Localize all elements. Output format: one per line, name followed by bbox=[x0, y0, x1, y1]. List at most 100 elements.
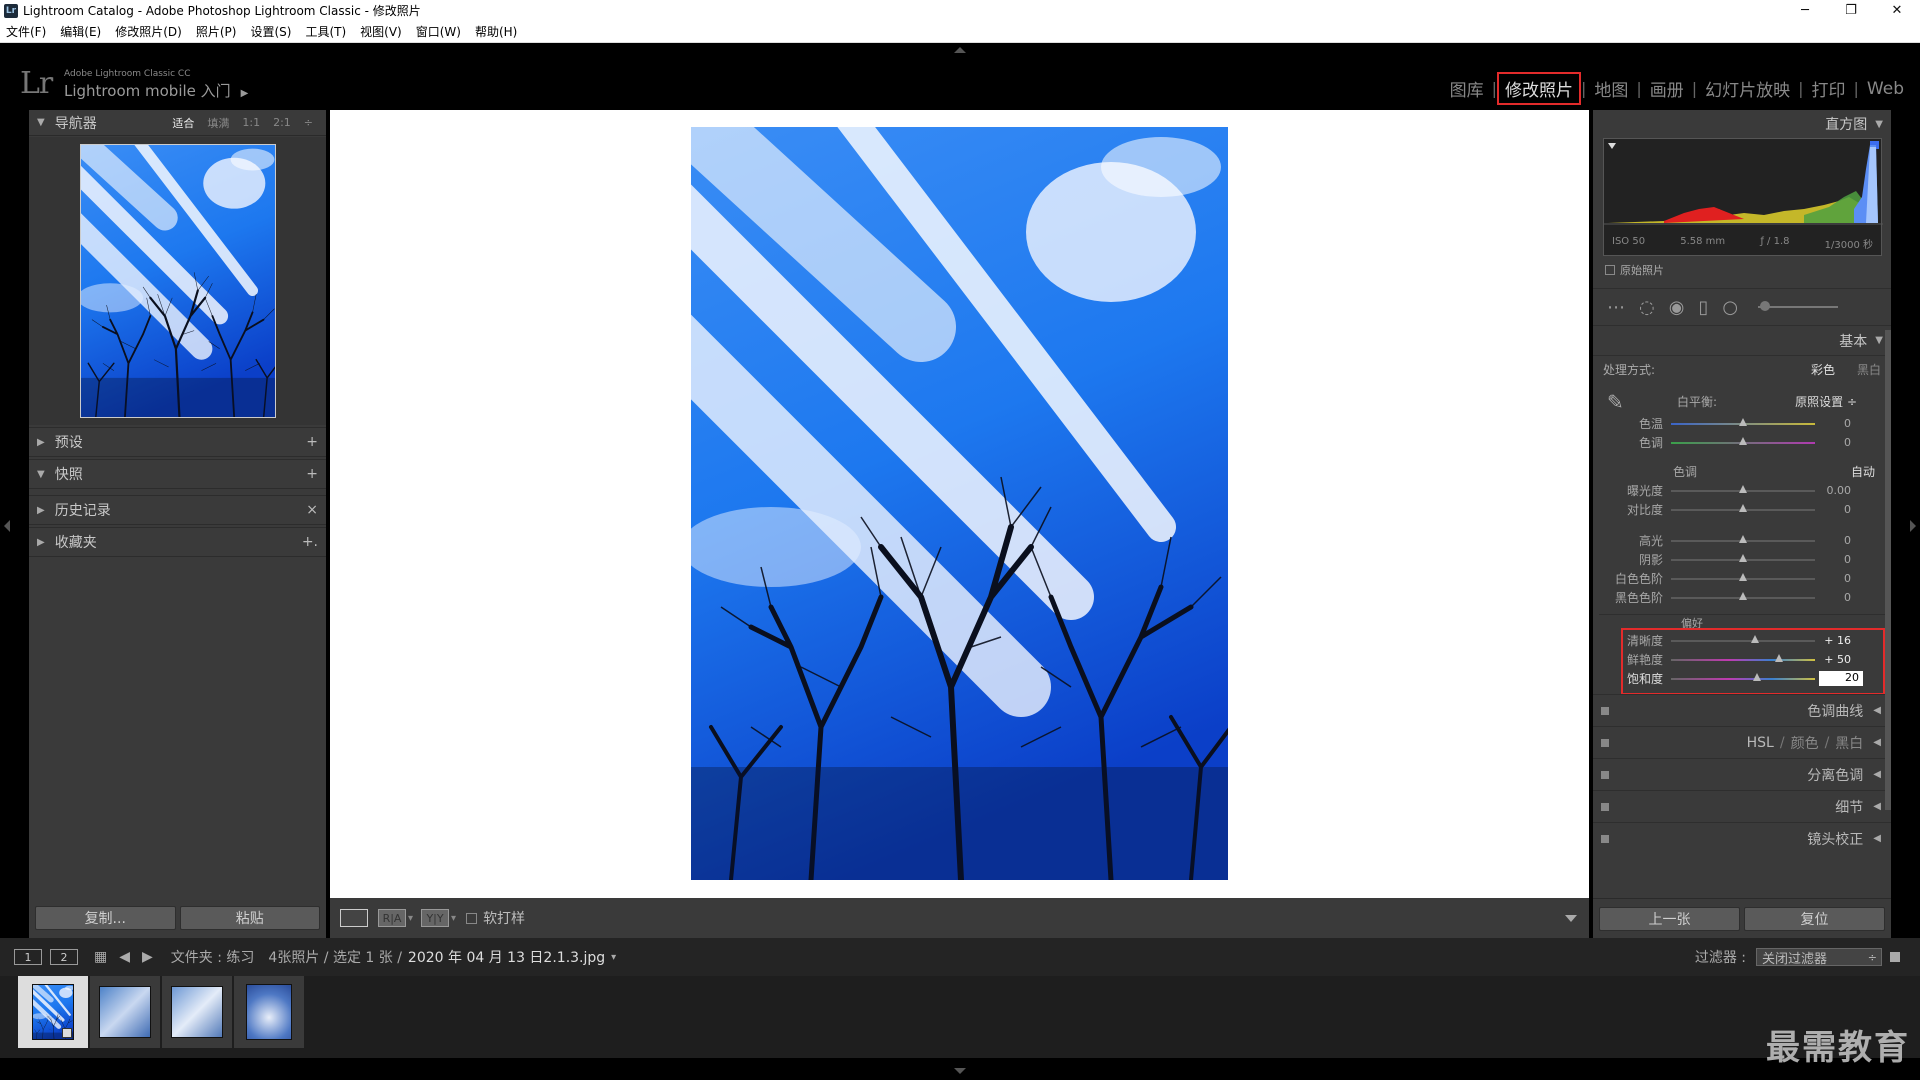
slider-thumb[interactable] bbox=[1739, 591, 1747, 600]
module-map[interactable]: 地图 bbox=[1586, 76, 1636, 101]
filmstrip-thumb[interactable] bbox=[90, 976, 160, 1048]
clarity-slider[interactable] bbox=[1671, 634, 1815, 643]
menu-photo[interactable]: 照片(P) bbox=[196, 23, 237, 40]
radial-filter-icon[interactable]: ○ bbox=[1722, 297, 1738, 318]
clear-history-icon[interactable]: × bbox=[306, 502, 318, 518]
paste-settings-button[interactable]: 粘贴 bbox=[179, 906, 320, 930]
temp-slider[interactable] bbox=[1671, 417, 1815, 426]
panel-switch-icon[interactable] bbox=[1601, 770, 1609, 779]
zoom-1-1[interactable]: 1:1 bbox=[242, 116, 260, 129]
shadows-slider[interactable] bbox=[1671, 553, 1815, 562]
before-after-dropdown-icon[interactable]: ▾ bbox=[408, 913, 413, 924]
add-collection-icon[interactable]: +. bbox=[302, 534, 318, 550]
module-web[interactable]: Web bbox=[1859, 79, 1912, 99]
slider-thumb[interactable] bbox=[1739, 553, 1747, 562]
histogram-header[interactable]: 直方图 ▼ bbox=[1593, 110, 1891, 138]
auto-tone-button[interactable]: 自动 bbox=[1851, 463, 1875, 480]
before-after-lr-button[interactable]: R|A bbox=[378, 909, 406, 927]
wb-eyedropper-icon[interactable]: ✎ bbox=[1607, 390, 1624, 414]
tone-curve-header[interactable]: 色调曲线 ◀ bbox=[1593, 694, 1891, 726]
identity-plate-main[interactable]: Lightroom mobile 入门 ▶ bbox=[64, 80, 248, 101]
menu-settings[interactable]: 设置(S) bbox=[250, 23, 291, 40]
detail-header[interactable]: 细节 ◀ bbox=[1593, 790, 1891, 822]
hsl-color-tab[interactable]: 颜色 bbox=[1791, 733, 1819, 753]
exposure-value[interactable]: 0.00 bbox=[1815, 484, 1859, 497]
module-book[interactable]: 画册 bbox=[1642, 76, 1692, 101]
panel-switch-icon[interactable] bbox=[1601, 834, 1609, 843]
crop-overlay-icon[interactable]: ⋯ bbox=[1607, 297, 1625, 318]
collapse-left-panel-icon[interactable] bbox=[4, 520, 10, 532]
restore-button[interactable]: ❐ bbox=[1828, 0, 1874, 21]
add-preset-icon[interactable]: + bbox=[306, 434, 318, 450]
histogram[interactable]: ISO 50 5.58 mm ƒ / 1.8 1/3000 秒 bbox=[1603, 138, 1883, 256]
spot-removal-icon[interactable]: ◌ bbox=[1639, 297, 1655, 318]
menu-edit[interactable]: 编辑(E) bbox=[60, 23, 101, 40]
navigator-header[interactable]: ▼ 导航器 适合 填满 1:1 2:1 ÷ bbox=[29, 110, 326, 136]
tint-slider[interactable] bbox=[1671, 436, 1815, 445]
copy-settings-button[interactable]: 复制... bbox=[35, 906, 176, 930]
add-snapshot-icon[interactable]: + bbox=[306, 466, 318, 482]
slider-thumb[interactable] bbox=[1775, 653, 1783, 662]
main-photo[interactable] bbox=[691, 127, 1228, 880]
saturation-slider[interactable] bbox=[1671, 672, 1815, 681]
hsl-title[interactable]: HSL bbox=[1747, 735, 1774, 751]
before-after-tb-dropdown-icon[interactable]: ▾ bbox=[451, 913, 456, 924]
contrast-slider[interactable] bbox=[1671, 503, 1815, 512]
collapse-right-panel-icon[interactable] bbox=[1910, 520, 1916, 532]
menu-help[interactable]: 帮助(H) bbox=[475, 23, 517, 40]
slider-thumb[interactable] bbox=[1739, 436, 1747, 445]
menu-develop[interactable]: 修改照片(D) bbox=[115, 23, 182, 40]
wb-preset-select[interactable]: 原照设置 ÷ bbox=[1795, 393, 1857, 410]
snapshots-panel-header[interactable]: ▼ 快照 + bbox=[29, 459, 326, 489]
toolbar-options-icon[interactable] bbox=[1565, 914, 1577, 922]
minimize-button[interactable]: ─ bbox=[1782, 0, 1828, 21]
panel-switch-icon[interactable] bbox=[1601, 802, 1609, 811]
graduated-filter-icon[interactable]: ▯ bbox=[1698, 297, 1708, 318]
module-slideshow[interactable]: 幻灯片放映 bbox=[1697, 76, 1798, 101]
menu-tools[interactable]: 工具(T) bbox=[305, 23, 346, 40]
whites-value[interactable]: 0 bbox=[1815, 572, 1859, 585]
exposure-slider[interactable] bbox=[1671, 484, 1815, 493]
slider-thumb[interactable] bbox=[1750, 634, 1759, 643]
vibrance-slider[interactable] bbox=[1671, 653, 1815, 662]
slider-thumb[interactable] bbox=[1739, 503, 1747, 512]
highlights-value[interactable]: 0 bbox=[1815, 534, 1859, 547]
filename-dropdown-icon[interactable]: ▾ bbox=[611, 952, 616, 963]
zoom-more-icon[interactable]: ÷ bbox=[304, 116, 313, 129]
module-develop[interactable]: 修改照片 bbox=[1496, 72, 1581, 105]
lens-corrections-header[interactable]: 镜头校正 ◀ bbox=[1593, 822, 1891, 854]
previous-settings-button[interactable]: 上一张 bbox=[1599, 906, 1740, 931]
saturation-input[interactable]: 20 bbox=[1819, 671, 1863, 686]
right-panel-scrollbar[interactable] bbox=[1885, 330, 1891, 810]
basic-panel-header[interactable]: 基本 ▼ bbox=[1593, 326, 1891, 356]
loupe-view-button[interactable] bbox=[340, 909, 368, 927]
contrast-value[interactable]: 0 bbox=[1815, 503, 1859, 516]
filter-select[interactable]: 关闭过滤器 ÷ bbox=[1756, 948, 1882, 967]
slider-thumb[interactable] bbox=[1739, 484, 1747, 493]
clarity-value[interactable]: + 16 bbox=[1815, 634, 1859, 647]
treatment-color[interactable]: 彩色 bbox=[1811, 361, 1835, 378]
filmstrip-thumb[interactable] bbox=[234, 976, 304, 1048]
hsl-bw-tab[interactable]: 黑白 bbox=[1835, 733, 1863, 753]
panel-switch-icon[interactable] bbox=[1601, 738, 1609, 747]
treatment-bw[interactable]: 黑白 bbox=[1857, 361, 1881, 378]
module-print[interactable]: 打印 bbox=[1804, 76, 1854, 101]
blacks-value[interactable]: 0 bbox=[1815, 591, 1859, 604]
menu-file[interactable]: 文件(F) bbox=[6, 23, 46, 40]
shadows-value[interactable]: 0 bbox=[1815, 553, 1859, 566]
filmstrip-thumb[interactable] bbox=[18, 976, 88, 1048]
back-arrow-icon[interactable]: ◀ bbox=[119, 949, 130, 965]
split-toning-header[interactable]: 分离色调 ◀ bbox=[1593, 758, 1891, 790]
whites-slider[interactable] bbox=[1671, 572, 1815, 581]
filmstrip-thumb[interactable] bbox=[162, 976, 232, 1048]
grid-view-icon[interactable]: ▦ bbox=[94, 949, 107, 965]
selected-filename[interactable]: 2020 年 04 月 13 日2.1.3.jpg bbox=[408, 947, 605, 967]
zoom-fit[interactable]: 适合 bbox=[172, 115, 194, 131]
collapse-filmstrip-icon[interactable] bbox=[954, 1068, 966, 1074]
folder-label[interactable]: 文件夹 : 练习 bbox=[171, 947, 255, 967]
highlights-slider[interactable] bbox=[1671, 534, 1815, 543]
filter-lock-icon[interactable] bbox=[1890, 952, 1900, 962]
presets-panel-header[interactable]: ▶ 预设 + bbox=[29, 427, 326, 457]
original-photo-toggle[interactable]: 原始照片 bbox=[1593, 256, 1891, 278]
blacks-slider[interactable] bbox=[1671, 591, 1815, 600]
